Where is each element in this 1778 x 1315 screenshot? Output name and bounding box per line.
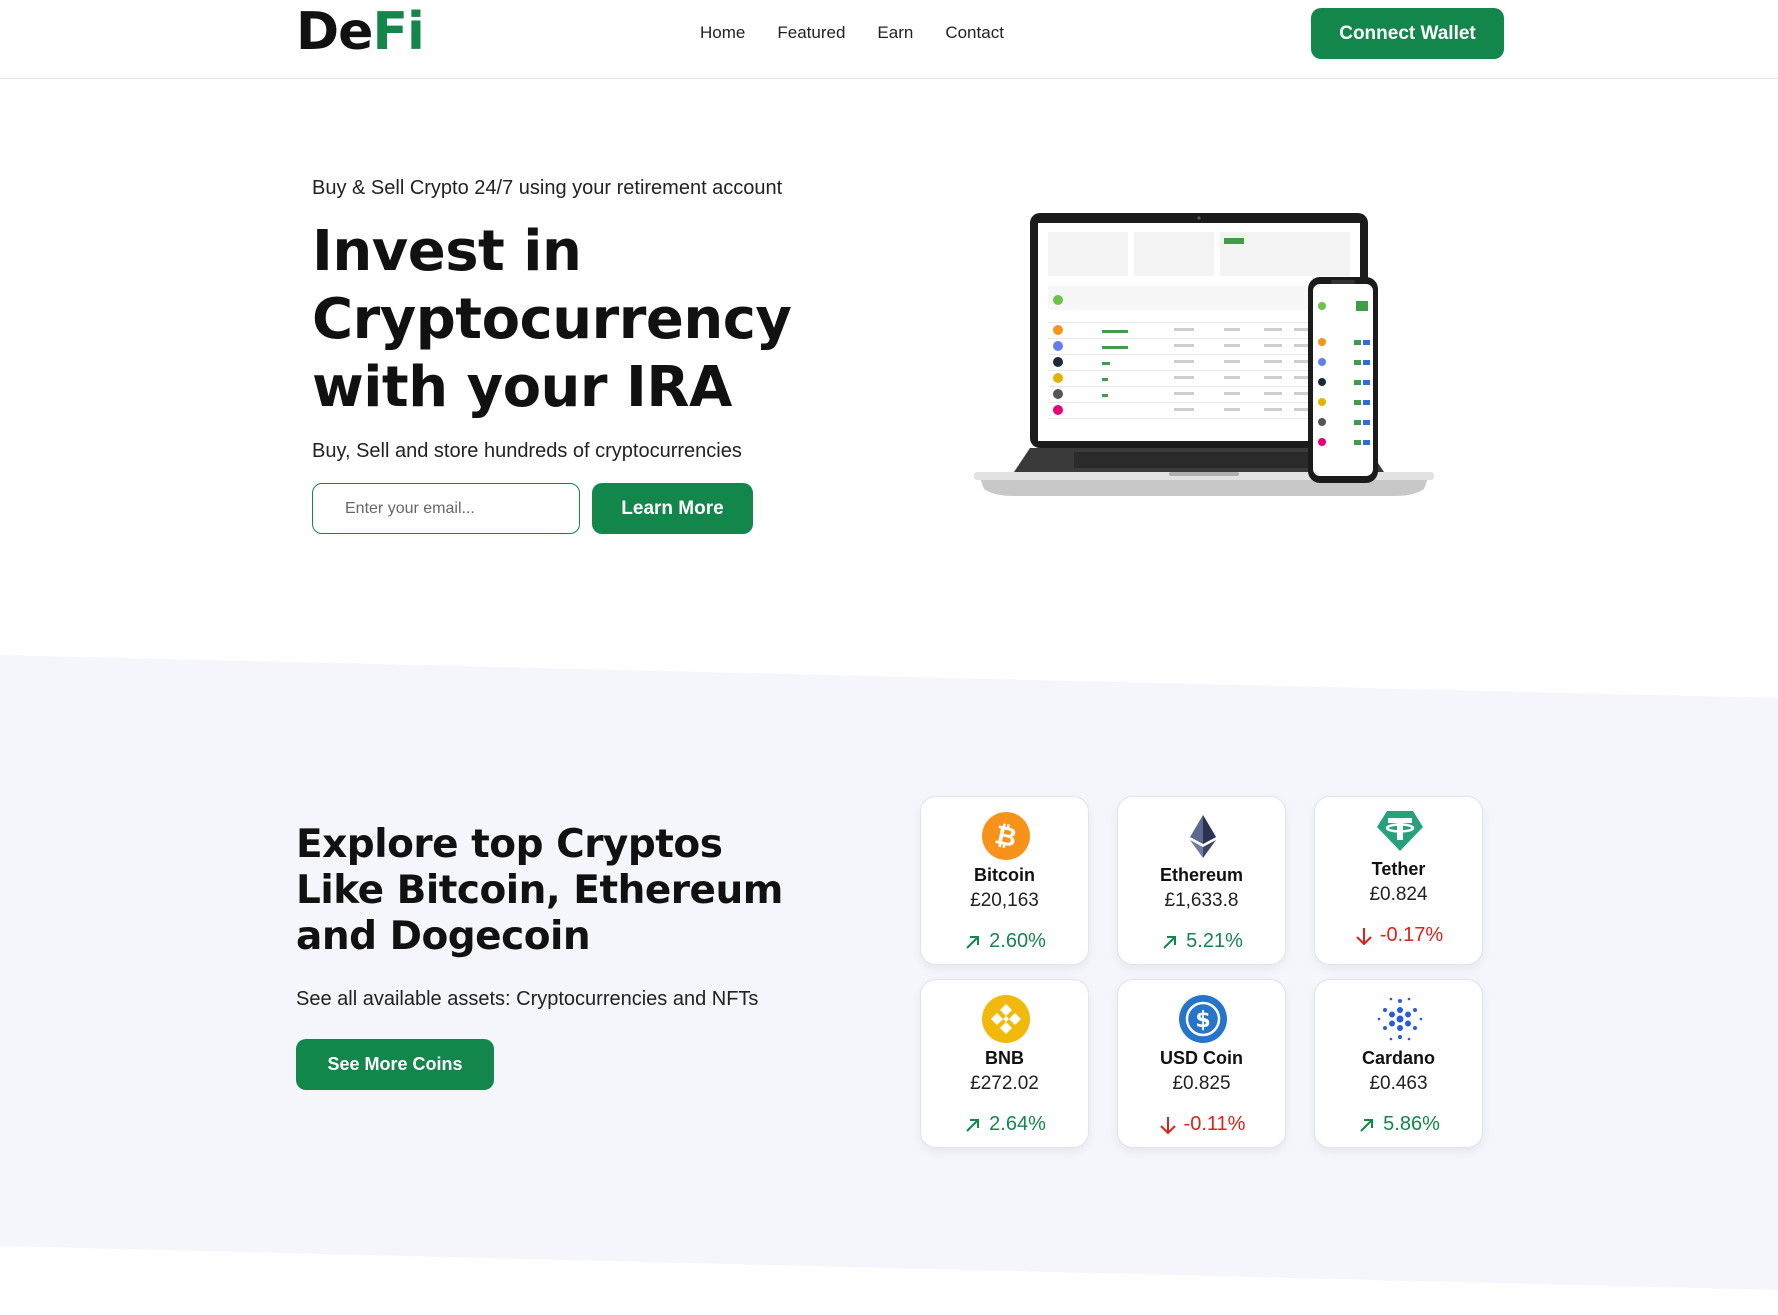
site-header: DeFi Home Featured Earn Contact Connect … — [0, 0, 1778, 79]
usd-coin-icon: $ — [1179, 995, 1227, 1043]
bitcoin-icon: ₿ — [982, 812, 1030, 860]
coin-name: Bitcoin — [974, 865, 1035, 885]
arrow-down-icon — [1356, 927, 1372, 945]
coin-price: £20,163 — [970, 890, 1039, 911]
coin-price: £0.825 — [1172, 1073, 1231, 1094]
main-nav: Home Featured Earn Contact — [700, 22, 1004, 44]
arrow-up-right-icon — [966, 1118, 980, 1132]
laptop-phone-illustration — [974, 213, 1434, 496]
coin-card-bitcoin[interactable]: ₿ Bitcoin £20,163 2.60% — [920, 796, 1089, 965]
coin-change: -0.11% — [1118, 1113, 1285, 1136]
coin-card-bnb[interactable]: BNB £272.02 2.64% — [920, 979, 1089, 1148]
coin-change: 2.60% — [921, 930, 1088, 953]
explore-title: Explore top Cryptos Like Bitcoin, Ethere… — [296, 822, 783, 959]
arrow-up-right-icon — [966, 935, 980, 949]
coin-card-usd-coin[interactable]: $ USD Coin £0.825 -0.11% — [1117, 979, 1286, 1148]
coin-card-tether[interactable]: Tether £0.824 -0.17% — [1314, 796, 1483, 965]
coin-change: -0.17% — [1315, 924, 1482, 947]
cardano-icon — [1377, 997, 1423, 1041]
nav-earn-link[interactable]: Earn — [877, 22, 913, 44]
svg-text:$: $ — [1195, 1008, 1210, 1033]
coin-name: Ethereum — [1159, 865, 1244, 885]
coin-change: 5.21% — [1118, 930, 1285, 953]
explore-section-background — [0, 655, 1778, 1290]
email-input[interactable] — [312, 483, 580, 534]
coin-name: USD Coin — [1160, 1048, 1243, 1068]
tether-icon — [1377, 811, 1423, 851]
coin-change: 2.64% — [921, 1113, 1088, 1136]
learn-more-button[interactable]: Learn More — [592, 483, 753, 534]
coin-name: Cardano — [1361, 1048, 1435, 1068]
coin-price: £272.02 — [970, 1073, 1039, 1094]
coin-grid: ₿ Bitcoin £20,163 2.60% Ethereum £1,633.… — [920, 796, 1484, 1148]
arrow-up-right-icon — [1360, 1118, 1374, 1132]
hero-subtitle: Buy & Sell Crypto 24/7 using your retire… — [312, 177, 783, 199]
connect-wallet-button[interactable]: Connect Wallet — [1311, 8, 1504, 59]
nav-featured-link[interactable]: Featured — [777, 22, 845, 44]
brand-logo[interactable]: DeFi — [296, 2, 425, 62]
coin-card-cardano[interactable]: Cardano £0.463 5.86% — [1314, 979, 1483, 1148]
coin-price: £0.824 — [1369, 884, 1428, 905]
explore-description: See all available assets: Cryptocurrenci… — [296, 988, 759, 1010]
coin-price: £1,633.8 — [1164, 890, 1239, 911]
arrow-up-right-icon — [1163, 935, 1177, 949]
coin-price: £0.463 — [1369, 1073, 1428, 1094]
nav-home-link[interactable]: Home — [700, 22, 745, 44]
hero-title: Invest in Cryptocurrency with your IRA — [312, 219, 792, 420]
hero-description: Buy, Sell and store hundreds of cryptocu… — [312, 440, 742, 462]
arrow-down-icon — [1159, 1116, 1176, 1134]
ethereum-icon — [1190, 815, 1216, 858]
bnb-icon — [982, 995, 1030, 1043]
coin-name: BNB — [985, 1048, 1024, 1068]
coin-name: Tether — [1371, 859, 1426, 879]
coin-card-ethereum[interactable]: Ethereum £1,633.8 5.21% — [1117, 796, 1286, 965]
coin-change: 5.86% — [1315, 1113, 1482, 1136]
see-more-coins-button[interactable]: See More Coins — [296, 1039, 494, 1090]
nav-contact-link[interactable]: Contact — [945, 22, 1004, 44]
